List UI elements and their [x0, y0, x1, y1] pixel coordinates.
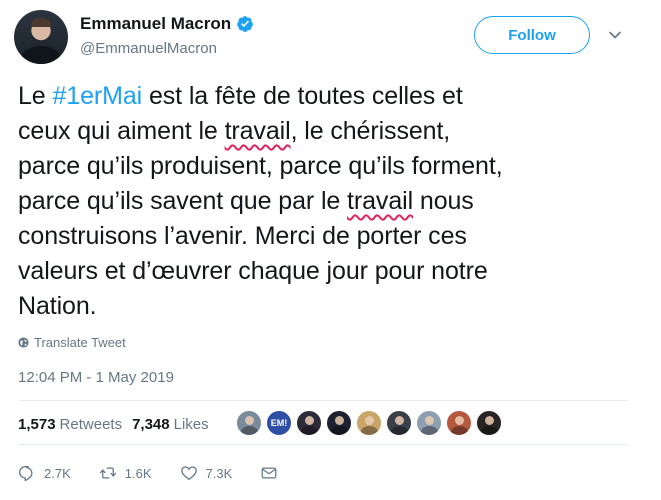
tweet-line: Le #1erMai est la fête de toutes celles … — [18, 82, 463, 110]
likes-label[interactable]: Likes — [174, 416, 209, 433]
misspelled-word: travail — [224, 117, 291, 145]
liker-avatar[interactable] — [416, 410, 442, 436]
envelope-icon — [261, 467, 277, 479]
tweet-line: construisons l’avenir. Merci de porter c… — [18, 222, 467, 250]
retweets-label[interactable]: Retweets — [60, 416, 123, 433]
liker-avatar[interactable] — [236, 410, 262, 436]
like-button[interactable]: 7.3K — [180, 464, 233, 482]
tweet-stats: 1,573 Retweets 7,348 Likes — [18, 416, 219, 433]
liker-avatar[interactable]: EM! — [266, 410, 292, 436]
retweets-count[interactable]: 1,573 — [18, 416, 56, 433]
follow-button[interactable]: Follow — [474, 16, 590, 54]
liker-avatar[interactable] — [326, 410, 352, 436]
reply-count: 2.7K — [44, 465, 71, 481]
liker-avatars: EM! — [236, 410, 506, 436]
liker-avatar-label: EM! — [270, 418, 288, 428]
hashtag-link[interactable]: #1erMai — [52, 82, 142, 110]
tweet-line: parce qu’ils savent que par le travail n… — [18, 187, 474, 215]
reply-button[interactable]: 2.7K — [18, 464, 71, 482]
tweet-timestamp[interactable]: 12:04 PM - 1 May 2019 — [18, 369, 174, 386]
retweet-button[interactable]: 1.6K — [99, 464, 152, 482]
liker-avatar[interactable] — [446, 410, 472, 436]
like-count: 7.3K — [205, 465, 233, 481]
tweet-actions: 2.7K 1.6K 7.3K — [18, 464, 314, 482]
liker-avatar[interactable] — [386, 410, 412, 436]
retweet-icon — [99, 467, 116, 479]
direct-message-button[interactable] — [260, 464, 286, 482]
tweet-line: valeurs et d’œuvrer chaque jour pour not… — [18, 257, 488, 285]
liker-avatar[interactable] — [476, 410, 502, 436]
divider — [18, 400, 628, 401]
tweet-line: ceux qui aiment le travail, le chérissen… — [18, 117, 451, 145]
avatar[interactable] — [14, 10, 68, 64]
tweet-line: parce qu’ils produisent, parce qu’ils fo… — [18, 152, 503, 180]
author-name-row: Emmanuel Macron — [80, 14, 254, 34]
translate-tweet-link[interactable]: Translate Tweet — [18, 335, 126, 350]
user-handle[interactable]: @EmmanuelMacron — [80, 40, 217, 57]
divider — [18, 444, 628, 445]
reply-icon — [19, 465, 33, 482]
display-name[interactable]: Emmanuel Macron — [80, 14, 231, 34]
retweet-count: 1.6K — [124, 465, 152, 481]
chevron-down-icon[interactable] — [608, 28, 622, 42]
likes-count[interactable]: 7,348 — [132, 416, 170, 433]
misspelled-word: travail — [347, 187, 414, 215]
globe-icon — [18, 337, 29, 348]
translate-label: Translate Tweet — [34, 335, 126, 350]
liker-avatar[interactable] — [296, 410, 322, 436]
tweet-line: Nation. — [18, 292, 97, 320]
liker-avatar[interactable] — [356, 410, 382, 436]
tweet-text: Le #1erMai est la fête de toutes celles … — [18, 79, 628, 324]
verified-badge-icon — [237, 16, 254, 32]
heart-icon — [180, 466, 197, 481]
